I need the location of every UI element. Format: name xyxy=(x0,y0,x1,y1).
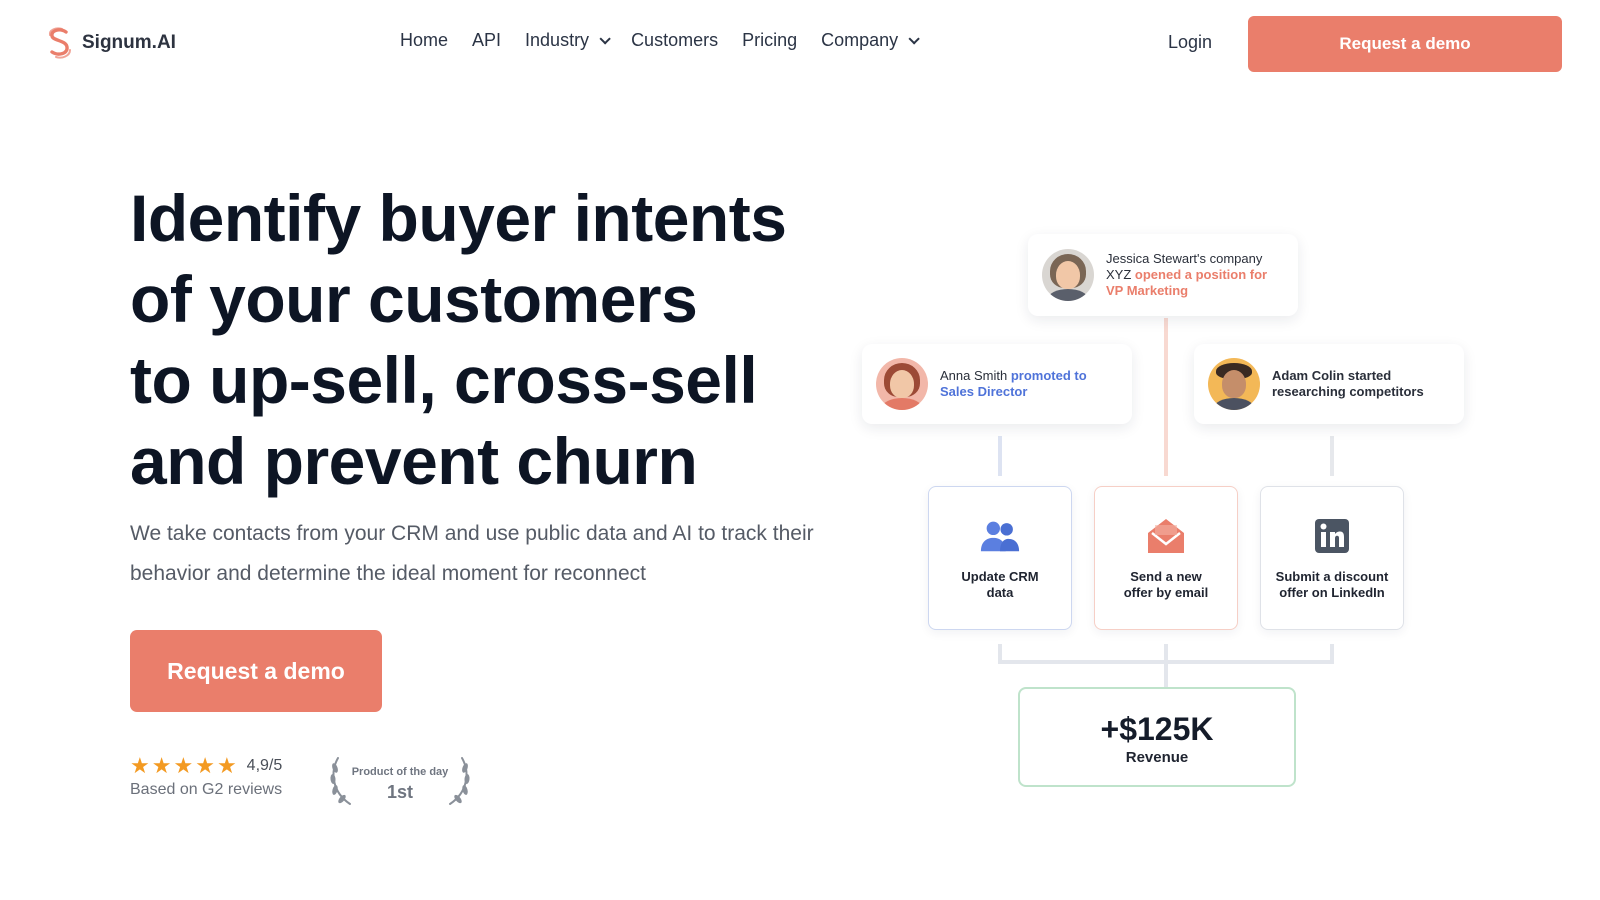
nav-pricing-label: Pricing xyxy=(742,30,798,50)
hero-subtitle: We take contacts from your CRM and use p… xyxy=(130,522,814,585)
nav-api[interactable]: API xyxy=(472,30,501,51)
hero-title-line: of your customers xyxy=(130,262,698,336)
star-icon: ★ xyxy=(195,753,215,778)
rating-score: 4,9/5 xyxy=(246,757,283,774)
revenue-card: +$125K Revenue xyxy=(1018,687,1296,787)
main-nav: Home API Industry Customers Pricing Comp… xyxy=(400,30,920,51)
connector-line xyxy=(1164,644,1168,688)
signum-logo-icon xyxy=(48,27,71,59)
envelope-icon xyxy=(1145,515,1187,557)
hero-title-line: and prevent churn xyxy=(130,424,698,498)
action-update-crm: Update CRM data xyxy=(928,486,1072,630)
connector-line xyxy=(998,436,1002,476)
hero-title: Identify buyer intents of your customers… xyxy=(130,178,850,502)
star-icon: ★ xyxy=(151,753,172,778)
login-link[interactable]: Login xyxy=(1168,32,1212,53)
product-of-the-day-badge: Product of the day 1st xyxy=(326,754,474,810)
action-linkedin: Submit a discount offer on LinkedIn xyxy=(1260,486,1404,630)
brand-name: Signum.AI xyxy=(82,32,176,53)
avatar-anna xyxy=(876,358,928,410)
chevron-down-icon xyxy=(908,32,920,45)
nav-industry-label: Industry xyxy=(525,30,590,50)
hero-title-line: Identify buyer intents xyxy=(130,181,787,255)
avatar-jessica xyxy=(1042,249,1094,301)
connector-line xyxy=(1164,318,1168,476)
connector-line xyxy=(1330,436,1334,476)
request-demo-button-header[interactable]: Request a demo xyxy=(1248,16,1562,72)
rating-note: Based on G2 reviews xyxy=(130,781,283,798)
g2-rating: ★ ★ ★ ★ ★ 4,9/5 Based on G2 reviews xyxy=(130,755,282,799)
chevron-down-icon xyxy=(599,32,611,45)
signal-text-anna: Anna Smith promoted to Sales Director xyxy=(940,368,1118,400)
logo[interactable]: Signum.AI xyxy=(46,26,176,60)
nav-home[interactable]: Home xyxy=(400,30,448,51)
nav-pricing[interactable]: Pricing xyxy=(742,30,797,51)
nav-customers[interactable]: Customers xyxy=(631,30,718,51)
star-icon: ★ xyxy=(130,753,150,778)
signal-lead-anna: Anna Smith xyxy=(940,368,1008,383)
nav-home-label: Home xyxy=(400,30,449,50)
signal-card-jessica: Jessica Stewart's company XYZ opened a p… xyxy=(1028,234,1298,316)
linkedin-icon xyxy=(1311,515,1353,557)
signal-highlight-jessica: opened a position for VP Marketing xyxy=(1106,267,1268,298)
action-send-email: Send a new offer by email xyxy=(1094,486,1238,630)
rating-stars: ★ ★ ★ ★ ★ 4,9/5 xyxy=(130,755,282,777)
users-icon xyxy=(979,515,1021,557)
nav-company[interactable]: Company xyxy=(821,30,920,51)
signal-text-jessica: Jessica Stewart's company XYZ opened a p… xyxy=(1106,251,1284,299)
signal-card-adam: Adam Colin started researching competito… xyxy=(1194,344,1464,424)
action-label-email: Send a new offer by email xyxy=(1123,569,1209,600)
action-label-crm: Update CRM data xyxy=(961,569,1039,600)
star-icon: ★ xyxy=(173,753,194,778)
award-title: Product of the day xyxy=(351,766,449,778)
nav-company-label: Company xyxy=(821,30,899,50)
award-rank: 1st xyxy=(386,782,413,802)
connector-line xyxy=(998,660,1334,664)
request-demo-button-hero[interactable]: Request a demo xyxy=(130,630,382,712)
nav-industry[interactable]: Industry xyxy=(525,30,611,51)
revenue-label: Revenue xyxy=(1125,749,1189,766)
hero-title-line: to up-sell, cross-sell xyxy=(130,343,758,417)
avatar-adam xyxy=(1208,358,1260,410)
revenue-amount: +$125K xyxy=(1100,711,1214,747)
action-label-linkedin: Submit a discount offer on LinkedIn xyxy=(1275,569,1389,600)
star-icon: ★ xyxy=(216,753,237,778)
nav-customers-label: Customers xyxy=(631,30,719,50)
nav-api-label: API xyxy=(472,30,502,50)
signal-lead-adam: Adam Colin xyxy=(1272,368,1345,383)
signal-card-anna: Anna Smith promoted to Sales Director xyxy=(862,344,1132,424)
signal-text-adam: Adam Colin started researching competito… xyxy=(1272,368,1450,400)
